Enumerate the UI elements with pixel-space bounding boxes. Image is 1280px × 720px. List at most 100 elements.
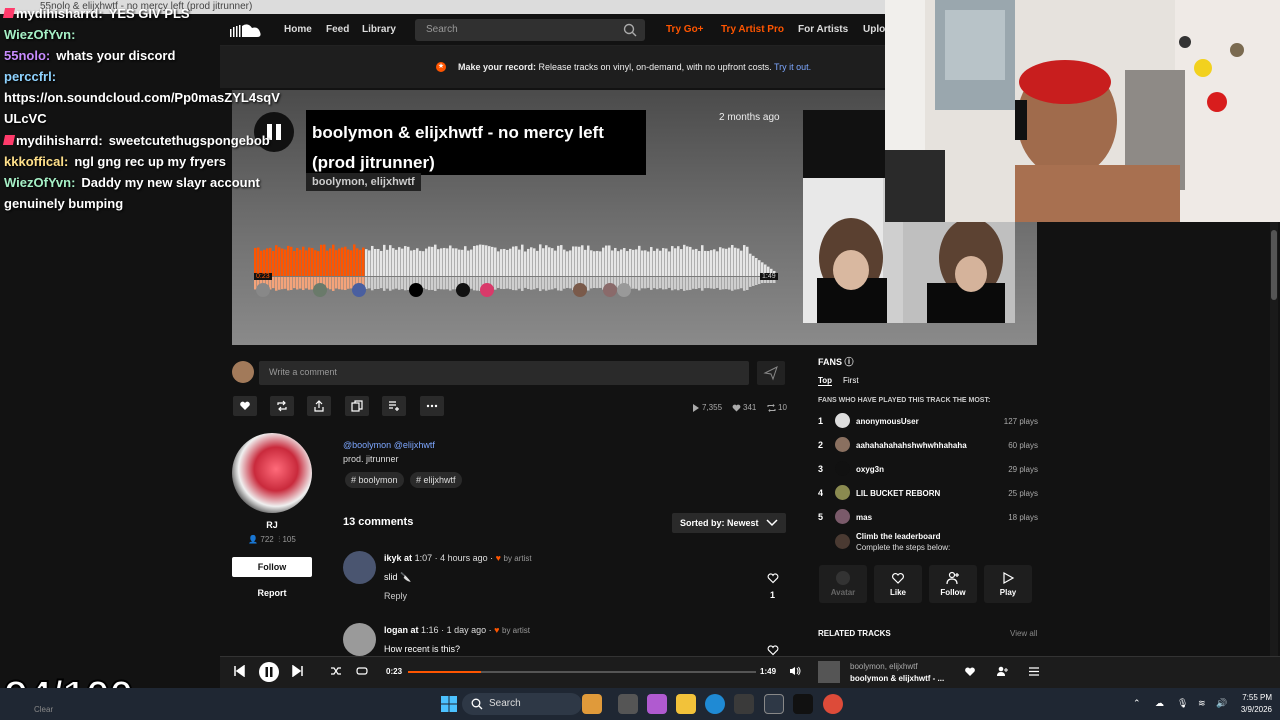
tag-chip[interactable]: # elijxhwtf: [410, 472, 462, 488]
follow-step-button[interactable]: Follow: [929, 565, 977, 603]
onedrive-icon[interactable]: ☁: [1155, 698, 1164, 709]
edge-icon[interactable]: [705, 694, 725, 714]
widgets-icon[interactable]: [582, 694, 602, 714]
copy-link-button[interactable]: [345, 396, 369, 416]
avatar-step[interactable]: Avatar: [819, 565, 867, 603]
scrollbar-thumb[interactable]: [1271, 230, 1277, 300]
windows-start-icon[interactable]: [440, 695, 458, 713]
waveform-bar: [698, 250, 701, 276]
comment-like-icon[interactable]: [767, 644, 779, 656]
comment-avatar[interactable]: [343, 551, 376, 584]
tab-first[interactable]: First: [843, 376, 859, 385]
repeat-icon[interactable]: [356, 666, 368, 676]
previous-icon[interactable]: [233, 665, 245, 677]
fan-row[interactable]: 5 mas 18 plays: [818, 509, 1038, 525]
tab-top[interactable]: Top: [818, 376, 833, 386]
view-all-link[interactable]: View all: [1010, 629, 1037, 638]
waveform-comment-avatar[interactable]: [409, 283, 423, 297]
soundcloud-logo-icon[interactable]: [230, 23, 264, 37]
mention-link[interactable]: @boolymon: [343, 440, 391, 450]
nav-feed[interactable]: Feed: [326, 24, 349, 35]
waveform-comment-avatar[interactable]: [256, 283, 270, 297]
promo-link[interactable]: Try it out.: [774, 62, 811, 72]
wifi-icon[interactable]: ≋: [1198, 698, 1206, 709]
waveform-bar-reflection: [275, 277, 278, 291]
comment-input[interactable]: Write a comment: [259, 361, 749, 385]
waveform-bar: [485, 245, 488, 276]
more-button[interactable]: [420, 396, 444, 416]
queue-icon[interactable]: [1028, 666, 1040, 677]
uploader-name[interactable]: RJ: [232, 520, 312, 530]
send-comment-button[interactable]: [757, 361, 785, 385]
nav-for-artists[interactable]: For Artists: [798, 24, 848, 35]
share-button[interactable]: [307, 396, 331, 416]
copilot-icon[interactable]: [647, 694, 667, 714]
waveform-bar: [617, 251, 620, 276]
waveform-comment-avatar[interactable]: [352, 283, 366, 297]
nav-home[interactable]: Home: [284, 24, 312, 35]
waveform[interactable]: [254, 232, 776, 302]
taskbar-search[interactable]: Search: [462, 693, 582, 715]
waveform-comment-avatar[interactable]: [456, 283, 470, 297]
microphone-icon[interactable]: 🎙: [1177, 698, 1188, 709]
follow-icon[interactable]: [996, 666, 1008, 677]
reply-button[interactable]: Reply: [384, 591, 407, 601]
next-icon[interactable]: [292, 665, 304, 677]
fan-row[interactable]: 3 oxyg3n 29 plays: [818, 461, 1038, 477]
waveform-bar: [590, 250, 593, 276]
play-step-button[interactable]: Play: [984, 565, 1032, 603]
comment-avatar[interactable]: [343, 623, 376, 656]
taskbar-time[interactable]: 7:55 PM: [1232, 693, 1272, 702]
info-icon[interactable]: ⓘ: [845, 357, 854, 367]
waveform-bar: [368, 250, 371, 276]
fan-row[interactable]: 2 aahahahahahshwhwhhahaha 60 plays: [818, 437, 1038, 453]
fan-row[interactable]: 1 anonymousUser 127 plays: [818, 413, 1038, 429]
comment-timestamp[interactable]: 1:07: [415, 553, 433, 563]
progress-bar[interactable]: [408, 671, 756, 673]
report-button[interactable]: Report: [232, 588, 312, 598]
chrome-icon[interactable]: [823, 694, 843, 714]
search-icon[interactable]: [623, 23, 637, 37]
nav-library[interactable]: Library: [362, 24, 396, 35]
waveform-comment-avatar[interactable]: [313, 283, 327, 297]
uploader-avatar[interactable]: [232, 433, 312, 513]
like-button[interactable]: [233, 396, 257, 416]
taskbar-date[interactable]: 3/9/2026: [1232, 705, 1272, 714]
waveform-bar-reflection: [752, 277, 755, 286]
nav-try-artist-pro[interactable]: Try Artist Pro: [721, 24, 784, 35]
waveform-bar: [497, 251, 500, 276]
comment-user[interactable]: ikyk: [384, 553, 402, 563]
sort-dropdown[interactable]: Sorted by: Newest: [672, 513, 786, 533]
mention-link[interactable]: @elijxhwtf: [394, 440, 435, 450]
speaker-icon[interactable]: 🔊: [1216, 698, 1227, 709]
comment-timestamp[interactable]: 1:16: [421, 625, 439, 635]
waveform-comment-avatar[interactable]: [480, 283, 494, 297]
task-view-icon[interactable]: [618, 694, 638, 714]
comment-user[interactable]: logan: [384, 625, 408, 635]
nav-try-go-plus[interactable]: Try Go+: [666, 24, 704, 35]
track-artists[interactable]: boolymon, elijxhwtf: [306, 173, 421, 191]
waveform-comment-avatar[interactable]: [617, 283, 631, 297]
waveform-comment-avatar[interactable]: [573, 283, 587, 297]
follow-button[interactable]: Follow: [232, 557, 312, 577]
search-input[interactable]: Search: [415, 19, 645, 41]
heart-icon[interactable]: [964, 666, 976, 677]
player-artwork[interactable]: [818, 661, 840, 683]
store-icon[interactable]: [734, 694, 754, 714]
player-artist[interactable]: boolymon, elijxhwtf: [850, 662, 918, 671]
comment-like-icon[interactable]: [767, 572, 779, 584]
file-explorer-icon[interactable]: [676, 694, 696, 714]
tag-chip[interactable]: # boolymon: [345, 472, 404, 488]
volume-icon[interactable]: [789, 666, 801, 676]
capcut-icon[interactable]: [793, 694, 813, 714]
shuffle-icon[interactable]: [330, 666, 342, 676]
waveform-comment-avatar[interactable]: [603, 283, 617, 297]
like-step-button[interactable]: Like: [874, 565, 922, 603]
add-to-playlist-button[interactable]: [382, 396, 406, 416]
pause-icon[interactable]: [258, 661, 280, 683]
fan-row[interactable]: 4 LIL BUCKET REBORN 25 plays: [818, 485, 1038, 501]
obs-icon[interactable]: [764, 694, 784, 714]
player-title[interactable]: boolymon & elijxhwtf - ...: [850, 674, 944, 683]
chevron-up-icon[interactable]: ⌃: [1133, 698, 1141, 709]
repost-button[interactable]: [270, 396, 294, 416]
